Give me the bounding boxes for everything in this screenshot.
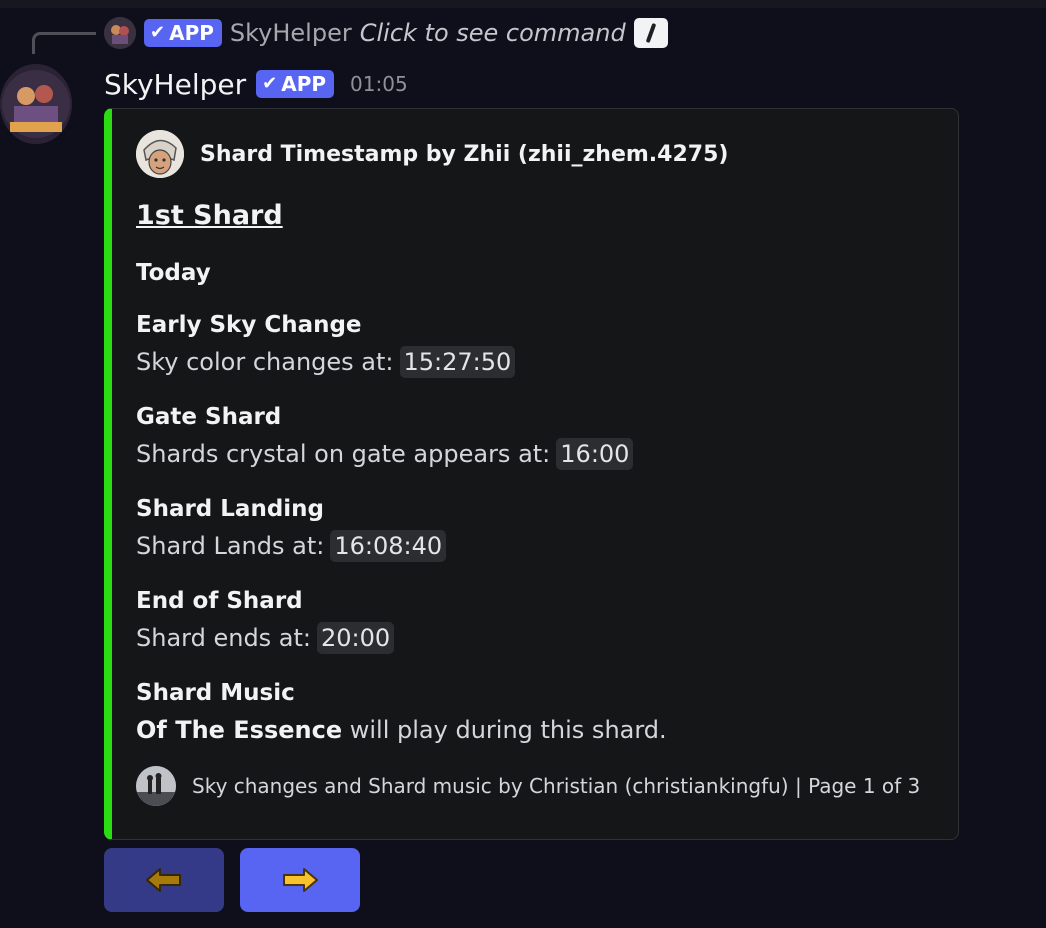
previous-page-button[interactable] [104,848,224,912]
embed-footer-icon [136,766,176,806]
time-code: 15:27:50 [399,346,516,378]
footer-text: Sky changes and Shard music by Christian… [192,774,921,798]
field-value: Sky color changes at: 15:27:50 [136,346,516,378]
field-name: Gate Shard [136,404,282,430]
day-label: Today [136,260,211,286]
time-code: 20:00 [317,622,395,654]
embed-author-icon [136,130,184,178]
embed-author-name: Shard Timestamp by Zhii (zhii_zhem.4275) [200,141,729,167]
field-value: Shard Lands at: 16:08:40 [136,530,447,562]
reply-username[interactable]: SkyHelper [230,19,352,47]
avatar[interactable] [0,64,72,144]
arrow-right-icon [283,868,318,892]
arrow-left-icon [146,868,181,892]
field-name: Shard Landing [136,496,325,522]
app-badge: ✔ APP [256,70,335,98]
field-value: Shards crystal on gate appears at: 16:00 [136,438,634,470]
embed: Shard Timestamp by Zhii (zhii_zhem.4275)… [104,108,959,840]
check-icon: ✔ [150,22,166,43]
reply-spine [32,32,96,54]
field-name: End of Shard [136,588,303,614]
next-page-button[interactable] [240,848,360,912]
embed-title: 1st Shard [136,200,283,231]
field-name: Shard Music [136,680,295,706]
check-icon: ✔ [262,73,278,94]
field-value: Of The Essence will play during this sha… [136,716,667,744]
app-badge: ✔ APP [144,19,222,47]
top-bar [0,0,1046,8]
field-name: Early Sky Change [136,312,362,338]
embed-author: Shard Timestamp by Zhii (zhii_zhem.4275) [136,130,728,178]
reply-command-link[interactable]: Click to see command [360,19,626,47]
reply-avatar[interactable] [104,17,136,49]
time-code: 16:08:40 [330,530,447,562]
slash-command-icon [633,18,668,48]
timestamp[interactable]: 01:05 [350,72,408,96]
embed-footer: Sky changes and Shard music by Christian… [136,766,920,806]
song-name: Of The Essence [136,716,343,744]
message-header: SkyHelper ✔ APP 01:05 [104,64,408,104]
reply-context[interactable]: ✔ APP SkyHelper Click to see command [104,16,668,50]
field-value: Shard ends at: 20:00 [136,622,395,654]
time-code: 16:00 [556,438,634,470]
author-name[interactable]: SkyHelper [104,68,246,101]
